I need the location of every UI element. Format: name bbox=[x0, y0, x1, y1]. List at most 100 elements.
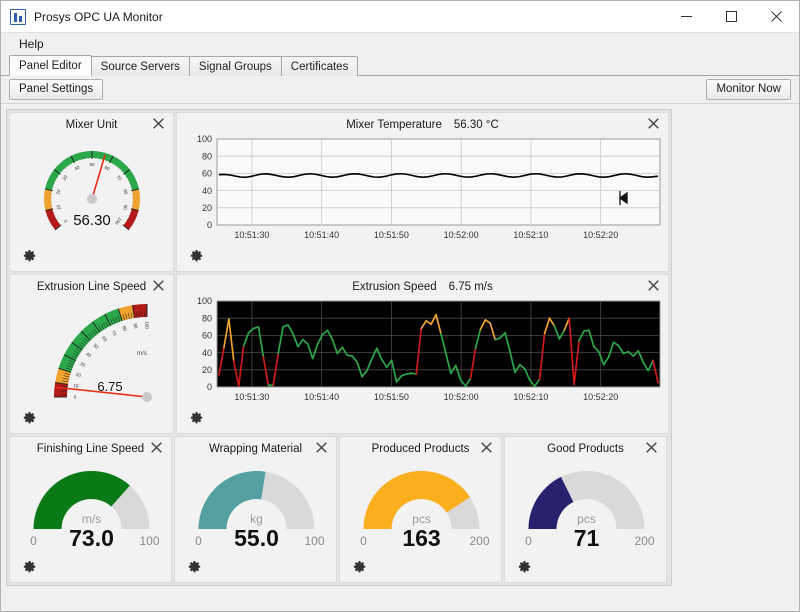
svg-text:10:51:40: 10:51:40 bbox=[304, 230, 339, 240]
gear-icon[interactable] bbox=[23, 412, 36, 425]
menu-item-help[interactable]: Help bbox=[13, 35, 50, 53]
gear-icon[interactable] bbox=[190, 412, 203, 425]
svg-text:40: 40 bbox=[85, 351, 92, 358]
svg-text:20: 20 bbox=[75, 372, 82, 378]
donut-gauge: pcs 71 0 200 bbox=[505, 457, 666, 565]
svg-text:100: 100 bbox=[197, 134, 212, 144]
panel-value: 6.75 m/s bbox=[448, 281, 493, 293]
tab-certificates[interactable]: Certificates bbox=[280, 56, 359, 76]
close-icon[interactable] bbox=[643, 439, 659, 455]
svg-text:10:51:50: 10:51:50 bbox=[374, 230, 409, 240]
svg-text:60: 60 bbox=[202, 169, 212, 179]
panel-title: Good Products bbox=[547, 443, 624, 455]
panel-value: 56.30 °C bbox=[453, 119, 499, 131]
close-icon[interactable] bbox=[313, 439, 329, 455]
close-icon[interactable] bbox=[150, 277, 166, 293]
panel-board: Mixer Unit 0 10 20 30 40 50 60 70 80 90 100 56.30 M… bbox=[1, 104, 799, 611]
gear-icon[interactable] bbox=[190, 250, 203, 263]
svg-text:40: 40 bbox=[202, 186, 212, 196]
panel-header: Extrusion Speed 6.75 m/s bbox=[177, 275, 668, 295]
svg-text:0: 0 bbox=[74, 395, 77, 400]
svg-text:0: 0 bbox=[207, 220, 212, 230]
svg-text:100: 100 bbox=[197, 296, 212, 306]
svg-text:0: 0 bbox=[63, 218, 69, 224]
tab-panel-editor[interactable]: Panel Editor bbox=[9, 55, 92, 76]
panel-header: Good Products bbox=[505, 437, 666, 457]
maximize-icon[interactable] bbox=[709, 1, 754, 33]
svg-text:100: 100 bbox=[144, 321, 149, 329]
svg-text:70: 70 bbox=[111, 330, 118, 337]
svg-text:0: 0 bbox=[207, 382, 212, 392]
svg-text:0: 0 bbox=[195, 534, 202, 548]
svg-text:200: 200 bbox=[469, 534, 489, 548]
svg-text:10:52:00: 10:52:00 bbox=[444, 392, 479, 402]
gear-icon[interactable] bbox=[188, 561, 201, 574]
panel-header: Mixer Unit bbox=[10, 113, 173, 133]
monitor-now-button[interactable]: Monitor Now bbox=[706, 79, 791, 100]
panel-settings-button[interactable]: Panel Settings bbox=[9, 79, 104, 100]
svg-text:90: 90 bbox=[133, 323, 139, 329]
svg-text:60: 60 bbox=[101, 335, 108, 342]
svg-text:80: 80 bbox=[202, 151, 212, 161]
close-icon[interactable] bbox=[645, 115, 661, 131]
close-icon[interactable] bbox=[754, 1, 799, 33]
close-icon[interactable] bbox=[478, 439, 494, 455]
panel-header: Extrusion Line Speed bbox=[10, 275, 173, 295]
svg-text:80: 80 bbox=[202, 313, 212, 323]
minimize-icon[interactable] bbox=[664, 1, 709, 33]
svg-text:90: 90 bbox=[122, 204, 128, 211]
gear-icon[interactable] bbox=[23, 250, 36, 263]
donut-gauge: kg 55.0 0 100 bbox=[175, 457, 336, 565]
svg-text:10:52:20: 10:52:20 bbox=[583, 230, 618, 240]
panel-finishing-line-speed[interactable]: Finishing Line Speed m/s 73.0 0 100 bbox=[9, 436, 172, 583]
svg-text:10:51:30: 10:51:30 bbox=[234, 392, 269, 402]
svg-text:0: 0 bbox=[525, 534, 532, 548]
svg-text:100: 100 bbox=[139, 534, 159, 548]
gear-icon[interactable] bbox=[23, 561, 36, 574]
panel-title: Mixer Temperature bbox=[346, 119, 442, 131]
menu-bar: Help bbox=[1, 33, 799, 55]
svg-text:60: 60 bbox=[202, 331, 212, 341]
line-chart-dark: 0 20 40 60 80 100 10:51:30 10:51:40 10:51:50 10:5… bbox=[177, 295, 668, 413]
tab-signal-groups[interactable]: Signal Groups bbox=[188, 56, 282, 76]
svg-text:73.0: 73.0 bbox=[69, 525, 114, 551]
svg-text:60: 60 bbox=[104, 165, 111, 172]
gear-icon[interactable] bbox=[518, 561, 531, 574]
app-icon bbox=[10, 8, 26, 25]
close-icon[interactable] bbox=[148, 439, 164, 455]
panel-title: Mixer Unit bbox=[65, 119, 118, 131]
panel-wrapping-material[interactable]: Wrapping Material kg 55.0 0 100 bbox=[174, 436, 337, 583]
svg-text:100: 100 bbox=[304, 534, 324, 548]
svg-text:40: 40 bbox=[202, 348, 212, 358]
panel-header: Wrapping Material bbox=[175, 437, 336, 457]
gear-icon[interactable] bbox=[353, 561, 366, 574]
svg-text:10:51:30: 10:51:30 bbox=[234, 230, 269, 240]
svg-text:163: 163 bbox=[402, 525, 440, 551]
title-bar: Prosys OPC UA Monitor bbox=[1, 1, 799, 33]
panel-title: Wrapping Material bbox=[208, 443, 303, 455]
svg-text:71: 71 bbox=[574, 525, 600, 551]
panel-title: Produced Products bbox=[371, 443, 470, 455]
svg-text:0: 0 bbox=[30, 534, 37, 548]
svg-text:56.30: 56.30 bbox=[73, 212, 111, 229]
close-icon[interactable] bbox=[150, 115, 166, 131]
line-chart: 0 20 40 60 80 100 10:51:30 10:51:40 10:51:50 10:5… bbox=[177, 133, 668, 251]
window-controls bbox=[664, 1, 799, 33]
panel-mixer-temperature[interactable]: Mixer Temperature 56.30 °C 0 20 40 60 80 100 1… bbox=[176, 112, 669, 272]
panel-good-products[interactable]: Good Products pcs 71 0 200 bbox=[504, 436, 667, 583]
svg-text:0: 0 bbox=[360, 534, 367, 548]
tab-source-servers[interactable]: Source Servers bbox=[90, 56, 190, 76]
svg-text:pcs: pcs bbox=[577, 512, 596, 526]
svg-text:10:51:40: 10:51:40 bbox=[304, 392, 339, 402]
svg-text:m/s: m/s bbox=[137, 351, 147, 357]
panel-header: Produced Products bbox=[340, 437, 501, 457]
svg-text:80: 80 bbox=[121, 325, 127, 332]
close-icon[interactable] bbox=[645, 277, 661, 293]
panel-produced-products[interactable]: Produced Products pcs 163 0 200 bbox=[339, 436, 502, 583]
svg-text:10:52:00: 10:52:00 bbox=[444, 230, 479, 240]
panel-extrusion-line-speed[interactable]: Extrusion Line Speed 0 10 20 30 40 50 60 70 80 90… bbox=[9, 274, 174, 434]
panel-extrusion-speed[interactable]: Extrusion Speed 6.75 m/s 0 20 40 60 80 100 10:… bbox=[176, 274, 669, 434]
svg-text:10:51:50: 10:51:50 bbox=[374, 392, 409, 402]
panel-header: Mixer Temperature 56.30 °C bbox=[177, 113, 668, 133]
panel-mixer-unit[interactable]: Mixer Unit 0 10 20 30 40 50 60 70 80 90 100 56.30 bbox=[9, 112, 174, 272]
